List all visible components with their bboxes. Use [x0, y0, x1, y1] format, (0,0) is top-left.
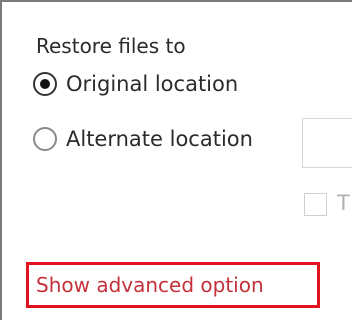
- original-location-option[interactable]: Original location: [33, 72, 238, 96]
- alternate-sub-option-label: T: [337, 191, 350, 215]
- show-advanced-option-label: Show advanced option: [36, 273, 264, 297]
- alternate-sub-option-checkbox[interactable]: [304, 193, 327, 216]
- alternate-location-option[interactable]: Alternate location: [33, 127, 253, 151]
- original-location-radio[interactable]: [33, 72, 57, 96]
- alternate-location-radio[interactable]: [33, 127, 57, 151]
- show-advanced-option-link[interactable]: Show advanced option: [26, 262, 320, 308]
- original-location-label: Original location: [66, 72, 239, 96]
- restore-heading: Restore files to: [36, 34, 186, 58]
- alternate-location-label: Alternate location: [66, 127, 253, 151]
- alternate-location-input[interactable]: [302, 118, 352, 168]
